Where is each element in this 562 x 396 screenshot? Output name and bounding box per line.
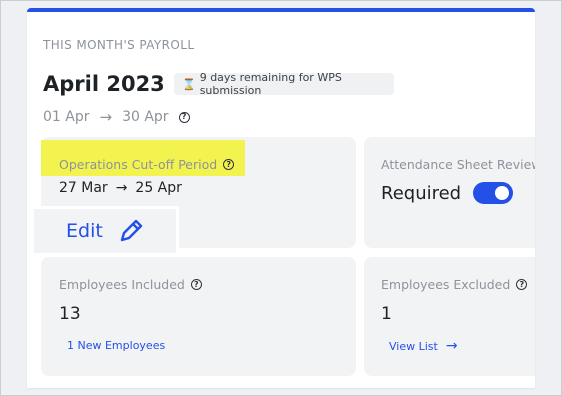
edit-cutoff-button[interactable]: Edit — [34, 206, 179, 256]
employees-included-tile — [41, 257, 356, 376]
month-title: April 2023 — [43, 72, 165, 96]
cutoff-label-text: Operations Cut-off Period — [59, 157, 218, 172]
period-end: 30 Apr — [122, 109, 169, 125]
employees-excluded-label-text: Employees Excluded — [381, 277, 511, 292]
hourglass-icon: ⌛ — [182, 77, 196, 91]
pencil-icon — [120, 219, 142, 242]
section-label: THIS MONTH'S PAYROLL — [43, 38, 195, 52]
help-circle-icon[interactable]: ? — [223, 159, 235, 170]
new-employees-link-text: 1 New Employees — [67, 339, 166, 352]
edit-label: Edit — [66, 220, 103, 242]
view-list-link-text: View List — [389, 339, 438, 353]
help-circle-icon[interactable]: ? — [516, 279, 528, 290]
employees-included-label: Employees Included ? — [59, 277, 202, 292]
view-list-link[interactable]: View List → — [389, 338, 458, 354]
new-employees-link[interactable]: 1 New Employees — [67, 339, 165, 352]
attendance-status-row: Required — [381, 182, 514, 204]
employees-excluded-count: 1 — [381, 304, 392, 324]
cutoff-start: 27 Mar — [59, 180, 108, 196]
help-circle-icon[interactable]: ? — [190, 279, 202, 290]
cutoff-end: 25 Apr — [135, 180, 182, 196]
payroll-period: 01 Apr → 30 Apr ? — [43, 108, 190, 126]
toggle-knob — [495, 186, 510, 200]
cutoff-dates: 27 Mar → 25 Apr — [59, 180, 182, 196]
attendance-status: Required — [381, 182, 462, 204]
employees-included-label-text: Employees Included — [59, 277, 185, 292]
employees-included-count: 13 — [59, 304, 81, 324]
employees-excluded-label: Employees Excluded ? — [381, 277, 528, 292]
arrow-right-icon: → — [445, 338, 458, 354]
attendance-review-toggle[interactable] — [473, 182, 514, 204]
payroll-card: THIS MONTH'S PAYROLL April 2023 ⌛ 9 days… — [27, 8, 535, 388]
arrow-right-icon: → — [99, 108, 113, 126]
attendance-label: Attendance Sheet Review — [381, 157, 535, 172]
period-start: 01 Apr — [43, 109, 90, 125]
wps-deadline-badge: ⌛ 9 days remaining for WPS submission — [174, 71, 394, 97]
cutoff-label: Operations Cut-off Period ? — [59, 157, 235, 172]
wps-notice-text: 9 days remaining for WPS submission — [199, 71, 342, 97]
help-circle-icon[interactable]: ? — [178, 111, 190, 123]
arrow-right-icon: → — [115, 180, 128, 196]
